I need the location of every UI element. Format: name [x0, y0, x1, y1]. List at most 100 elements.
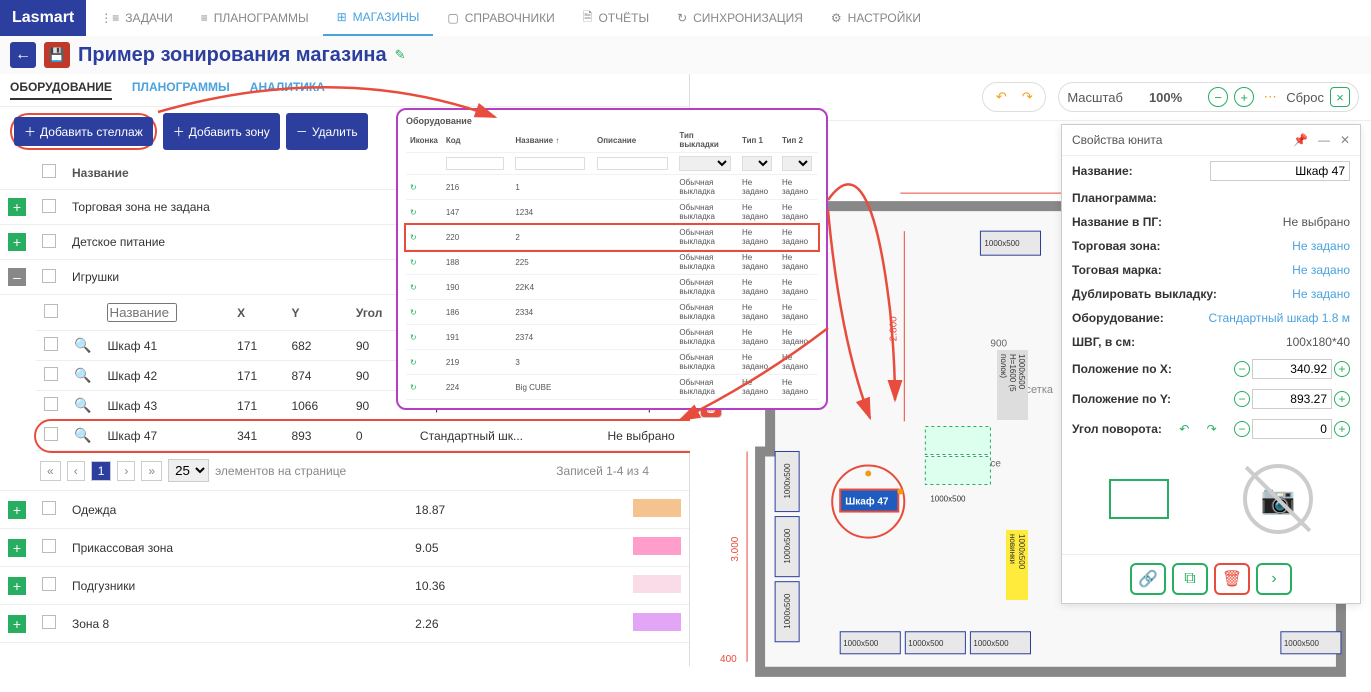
- popup-row[interactable]: ↻1862334Обычная выкладкаНе заданоНе зада…: [406, 300, 818, 325]
- nav-stores[interactable]: ⊞МАГАЗИНЫ: [323, 0, 434, 36]
- refresh-icon[interactable]: ↻: [410, 383, 417, 392]
- nav-settings[interactable]: ⚙НАСТРОЙКИ: [817, 0, 935, 36]
- refresh-icon[interactable]: ↻: [410, 233, 417, 242]
- popup-row[interactable]: ↻2202Обычная выкладкаНе заданоНе задано: [406, 225, 818, 250]
- redo-icon[interactable]: ↷: [1017, 87, 1037, 107]
- nav-sync[interactable]: ↻СИНХРОНИЗАЦИЯ: [663, 0, 817, 36]
- magnify-icon[interactable]: 🔍: [74, 367, 91, 383]
- expand-icon[interactable]: +: [8, 233, 26, 251]
- popup-row[interactable]: ↻224Big CUBEОбычная выкладкаНе заданоНе …: [406, 375, 818, 400]
- back-button[interactable]: ←: [10, 42, 36, 68]
- minimize-icon[interactable]: —: [1318, 133, 1330, 147]
- magnify-icon[interactable]: 🔍: [74, 427, 91, 443]
- posy-plus[interactable]: +: [1334, 391, 1350, 407]
- rotate-ccw-icon[interactable]: ↶: [1179, 422, 1189, 436]
- link-button[interactable]: 🔗: [1130, 563, 1166, 595]
- magnify-icon[interactable]: 🔍: [74, 397, 91, 413]
- delete-unit-button[interactable]: 🗑: [1214, 563, 1250, 595]
- popup-row[interactable]: ↻19022K4Обычная выкладкаНе заданоНе зада…: [406, 275, 818, 300]
- zone-row[interactable]: +Подгузники10.36: [0, 567, 689, 605]
- expand-icon[interactable]: +: [8, 198, 26, 216]
- tab-equipment[interactable]: ОБОРУДОВАНИЕ: [10, 80, 112, 100]
- zone-row[interactable]: +Прикассовая зона9.05: [0, 529, 689, 567]
- popup-row[interactable]: ↻1471234Обычная выкладкаНе заданоНе зада…: [406, 200, 818, 225]
- row-checkbox[interactable]: [42, 501, 56, 515]
- row-checkbox[interactable]: [42, 269, 56, 283]
- refresh-icon[interactable]: ↻: [410, 283, 417, 292]
- add-shelf-button[interactable]: ＋ Добавить стеллаж: [14, 117, 153, 146]
- shelf-row-highlighted[interactable]: 🔍Шкаф 473418930Стандартный шк...Не выбра…: [36, 421, 725, 451]
- prop-name-input[interactable]: [1210, 161, 1350, 181]
- expand-icon[interactable]: +: [8, 615, 26, 633]
- col-name[interactable]: Название: [64, 156, 407, 190]
- save-button[interactable]: 💾: [44, 42, 70, 68]
- popup-row[interactable]: ↻188225Обычная выкладкаНе заданоНе задан…: [406, 250, 818, 275]
- prop-posy-input[interactable]: [1252, 389, 1332, 409]
- close-scale-icon[interactable]: ×: [1330, 87, 1350, 107]
- magnify-icon[interactable]: 🔍: [74, 337, 91, 353]
- expand-icon[interactable]: +: [8, 501, 26, 519]
- row-checkbox[interactable]: [42, 199, 56, 213]
- row-checkbox[interactable]: [44, 397, 58, 411]
- pager-first[interactable]: «: [40, 461, 61, 481]
- refresh-icon[interactable]: ↻: [410, 208, 417, 217]
- reset-button[interactable]: Сброс: [1286, 90, 1324, 105]
- row-checkbox[interactable]: [44, 427, 58, 441]
- posx-plus[interactable]: +: [1334, 361, 1350, 377]
- expand-icon[interactable]: +: [8, 577, 26, 595]
- copy-button[interactable]: ⧉: [1172, 563, 1208, 595]
- posy-minus[interactable]: −: [1234, 391, 1250, 407]
- sub-select-all[interactable]: [44, 304, 58, 318]
- rot-minus[interactable]: −: [1234, 421, 1250, 437]
- pager-last[interactable]: »: [141, 461, 162, 481]
- filter-desc[interactable]: [597, 157, 668, 170]
- rot-plus[interactable]: +: [1334, 421, 1350, 437]
- row-checkbox[interactable]: [42, 234, 56, 248]
- row-checkbox[interactable]: [42, 615, 56, 629]
- zoom-in-icon[interactable]: +: [1234, 87, 1254, 107]
- pager-next[interactable]: ›: [117, 461, 135, 481]
- pager-current[interactable]: 1: [91, 461, 112, 481]
- delete-button[interactable]: － Удалить: [286, 113, 368, 150]
- nav-reports[interactable]: 🗎ОТЧЁТЫ: [569, 0, 663, 36]
- refresh-icon[interactable]: ↻: [410, 258, 417, 267]
- prop-zone-link[interactable]: Не задано: [1292, 239, 1350, 253]
- prop-posx-input[interactable]: [1252, 359, 1332, 379]
- collapse-icon[interactable]: –: [8, 268, 26, 286]
- close-icon[interactable]: ✕: [1340, 133, 1350, 147]
- refresh-icon[interactable]: ↻: [410, 308, 417, 317]
- edit-title-icon[interactable]: ✎: [395, 47, 406, 63]
- popup-row[interactable]: ↻2193Обычная выкладкаНе заданоНе задано: [406, 350, 818, 375]
- tab-analytics[interactable]: АНАЛИТИКА: [250, 80, 325, 100]
- prop-equip-link[interactable]: Стандартный шкаф 1.8 м: [1209, 311, 1351, 325]
- posx-minus[interactable]: −: [1234, 361, 1250, 377]
- zoom-out-icon[interactable]: −: [1208, 87, 1228, 107]
- refresh-icon[interactable]: ↻: [410, 333, 417, 342]
- filter-disp[interactable]: [679, 156, 731, 171]
- prop-dup-link[interactable]: Не задано: [1292, 287, 1350, 301]
- pager-prev[interactable]: ‹: [67, 461, 85, 481]
- row-checkbox[interactable]: [44, 337, 58, 351]
- next-button[interactable]: ›: [1256, 563, 1292, 595]
- nav-references[interactable]: ▢СПРАВОЧНИКИ: [433, 0, 568, 36]
- filter-code[interactable]: [446, 157, 504, 170]
- refresh-icon[interactable]: ↻: [410, 183, 417, 192]
- add-zone-button[interactable]: ＋ Добавить зону: [163, 113, 280, 150]
- nav-planograms[interactable]: ≡ПЛАНОГРАММЫ: [187, 0, 323, 36]
- page-size[interactable]: 25: [168, 459, 209, 482]
- tab-planograms[interactable]: ПЛАНОГРАММЫ: [132, 80, 230, 100]
- expand-icon[interactable]: +: [8, 539, 26, 557]
- zone-row[interactable]: +Одежда18.87: [0, 491, 689, 529]
- select-all-checkbox[interactable]: [42, 164, 56, 178]
- row-checkbox[interactable]: [42, 577, 56, 591]
- rotate-cw-icon[interactable]: ↷: [1207, 422, 1217, 436]
- popup-row[interactable]: ↻2161Обычная выкладкаНе заданоНе задано: [406, 175, 818, 200]
- undo-icon[interactable]: ↶: [991, 87, 1011, 107]
- refresh-icon[interactable]: ↻: [410, 358, 417, 367]
- filter-name[interactable]: [515, 157, 585, 170]
- more-icon[interactable]: ⋯: [1260, 87, 1280, 107]
- row-checkbox[interactable]: [44, 367, 58, 381]
- filter-t2[interactable]: [782, 156, 812, 171]
- popup-row[interactable]: ↻1912374Обычная выкладкаНе заданоНе зада…: [406, 325, 818, 350]
- filter-name[interactable]: [107, 303, 177, 322]
